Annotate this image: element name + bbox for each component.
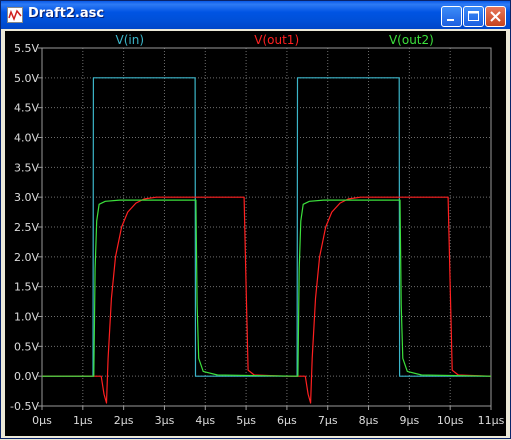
plot-window: Draft2.asc -0.5V 0.0V 0.5V 1.0V 1.5V 2.0V 2.5V… bbox=[0, 0, 511, 439]
waveform-chart[interactable]: -0.5V 0.0V 0.5V 1.0V 1.5V 2.0V 2.5V 3.0V 3.5V 4.0… bbox=[5, 31, 506, 436]
waveform-app-icon bbox=[7, 7, 23, 23]
x-tick-label: 5µs bbox=[236, 414, 256, 427]
y-tick-label: 3.5V bbox=[14, 161, 39, 174]
y-tick-label: 2.5V bbox=[14, 221, 39, 234]
y-tick-label: 4.5V bbox=[14, 102, 39, 115]
legend-v-out1: V(out1) bbox=[254, 33, 299, 47]
y-tick-label: 1.5V bbox=[14, 281, 39, 294]
x-tick-label: 3µs bbox=[155, 414, 175, 427]
x-tick-label: 8µs bbox=[359, 414, 379, 427]
y-tick-label: 5.0V bbox=[14, 72, 39, 85]
window-title: Draft2.asc bbox=[28, 6, 105, 21]
y-tick-label: 3.0V bbox=[14, 191, 39, 204]
plot-area[interactable]: -0.5V 0.0V 0.5V 1.0V 1.5V 2.0V 2.5V 3.0V 3.5V 4.0… bbox=[5, 31, 506, 436]
x-tick-label: 2µs bbox=[114, 414, 134, 427]
y-tick-label: 4.0V bbox=[14, 132, 39, 145]
x-tick-label: 0µs bbox=[32, 414, 52, 427]
y-tick-label: 0.5V bbox=[14, 340, 39, 353]
series-line-v-out1 bbox=[42, 196, 492, 404]
minimize-icon bbox=[447, 19, 454, 21]
legend-v-out2: V(out2) bbox=[389, 33, 434, 47]
close-icon bbox=[490, 11, 501, 22]
minimize-button[interactable] bbox=[441, 6, 462, 27]
maximize-icon bbox=[468, 11, 479, 21]
y-tick-label: 1.0V bbox=[14, 311, 39, 324]
y-tick-label: -0.5V bbox=[10, 400, 39, 413]
x-tick-label: 9µs bbox=[399, 414, 419, 427]
legend-v-in: V(in) bbox=[116, 33, 145, 47]
y-tick-label: 0.0V bbox=[14, 370, 39, 383]
y-tick-label: 2.0V bbox=[14, 251, 39, 264]
x-tick-label: 11µs bbox=[478, 414, 505, 427]
x-tick-label: 7µs bbox=[318, 414, 338, 427]
close-button[interactable] bbox=[485, 6, 506, 27]
x-tick-label: 6µs bbox=[277, 414, 297, 427]
x-tick-label: 4µs bbox=[195, 414, 215, 427]
x-tick-label: 1µs bbox=[73, 414, 93, 427]
title-bar[interactable]: Draft2.asc bbox=[1, 1, 510, 29]
maximize-button[interactable] bbox=[463, 6, 484, 27]
x-tick-label: 10µs bbox=[437, 414, 464, 427]
y-tick-label: 5.5V bbox=[14, 42, 39, 55]
